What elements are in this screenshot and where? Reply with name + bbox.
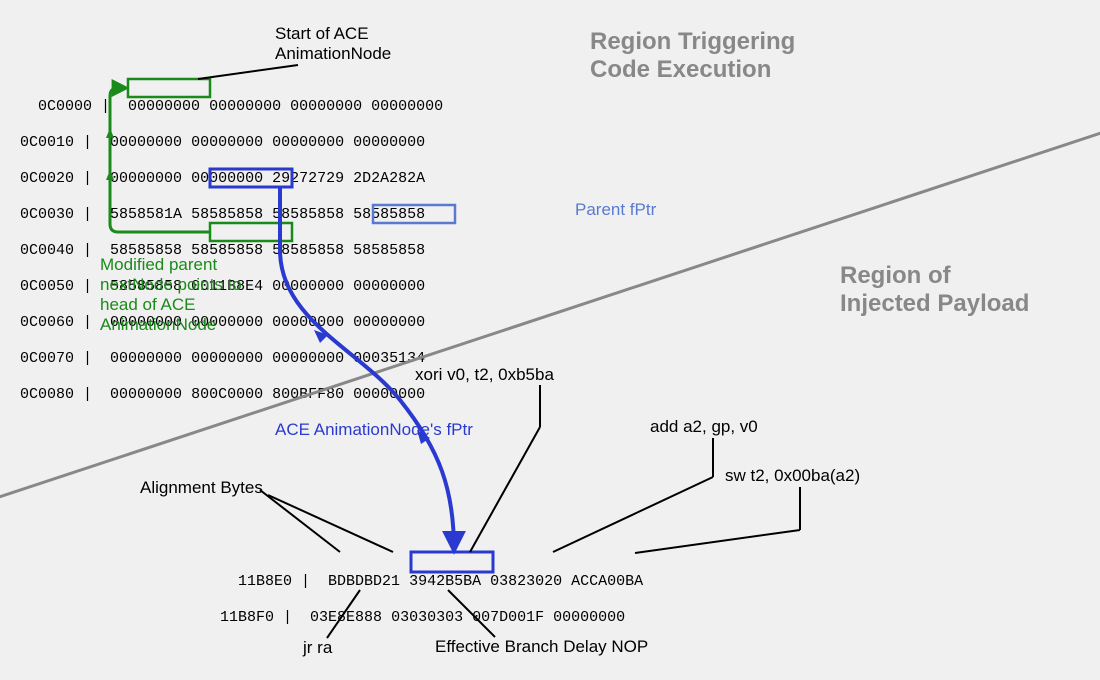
nop-label: Effective Branch Delay NOP bbox=[435, 637, 648, 657]
hex-dump-top: 0C0000 | 00000000 00000000 00000000 0000… bbox=[20, 80, 443, 404]
connector-alignment-1 bbox=[260, 490, 340, 552]
hexrow: 11B8E0 | BDBDBD21 3942B5BA 03823020 ACCA… bbox=[238, 573, 643, 590]
xori-label: xori v0, t2, 0xb5ba bbox=[415, 365, 554, 385]
region-payload-label: Region of Injected Payload bbox=[840, 262, 1029, 318]
connector-alignment-2 bbox=[268, 495, 393, 552]
modified-parent-label: Modified parent nextNode points to head … bbox=[100, 255, 242, 335]
hex-dump-bottom: 11B8E0 | BDBDBD21 3942B5BA 03823020 ACCA… bbox=[220, 555, 643, 627]
hexrow: 11B8F0 | 03E8E888 03030303 007D001F 0000… bbox=[220, 609, 625, 626]
hexrow: 0C0070 | 00000000 00000000 00000000 0003… bbox=[20, 350, 425, 367]
hexrow: 0C0000 | 00000000 00000000 00000000 0000… bbox=[38, 98, 443, 115]
hexrow: 0C0080 | 00000000 800C0000 800BFF80 0000… bbox=[20, 386, 425, 403]
alignment-label: Alignment Bytes bbox=[140, 478, 263, 498]
ace-fptr-label: ACE AnimationNode's fPtr bbox=[275, 420, 473, 440]
start-ace-label: Start of ACE AnimationNode bbox=[275, 24, 391, 64]
jr-label: jr ra bbox=[303, 638, 332, 658]
parent-fptr-label: Parent fPtr bbox=[575, 200, 656, 220]
sw-label: sw t2, 0x00ba(a2) bbox=[725, 466, 860, 486]
hexrow: 0C0030 | 5858581A 58585858 58585858 5858… bbox=[20, 206, 425, 223]
connector-start-ace bbox=[198, 65, 298, 79]
hexrow: 0C0020 | 00000000 00000000 29272729 2D2A… bbox=[20, 170, 425, 187]
add-label: add a2, gp, v0 bbox=[650, 417, 758, 437]
hexrow: 0C0010 | 00000000 00000000 00000000 0000… bbox=[20, 134, 425, 151]
region-trigger-label: Region Triggering Code Execution bbox=[590, 28, 795, 84]
